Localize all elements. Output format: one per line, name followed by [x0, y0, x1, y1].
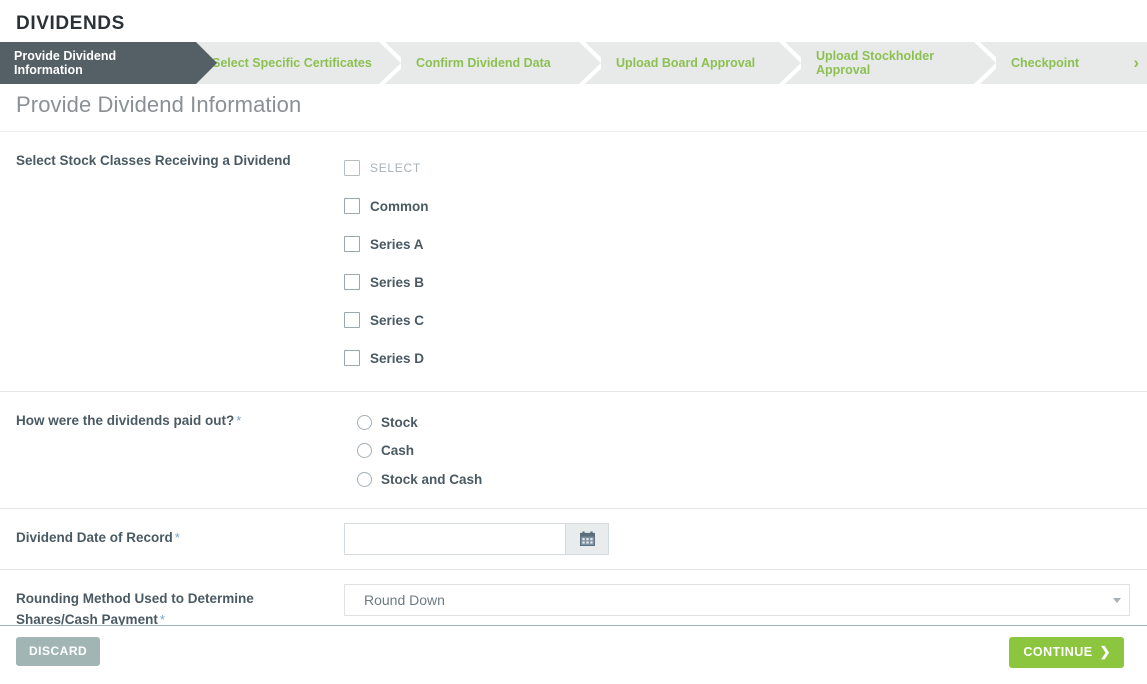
rounding-method-select[interactable]: Round Down — [344, 583, 1130, 616]
continue-button-label: CONTINUE — [1023, 645, 1093, 659]
checkbox-box[interactable] — [344, 274, 360, 290]
stock-classes-field: SELECT Common Series A Series B Series C — [344, 132, 1147, 391]
payout-method-label: How were the dividends paid out? * — [0, 392, 344, 508]
checkbox-label: Series D — [370, 350, 425, 366]
calendar-icon — [579, 531, 595, 546]
date-of-record-label: Dividend Date of Record * — [0, 509, 344, 569]
step-chevron-icon — [579, 42, 601, 84]
required-marker: * — [236, 413, 242, 428]
date-of-record-input[interactable] — [344, 522, 565, 555]
radio-item-cash[interactable]: Cash — [344, 437, 1131, 466]
radio-circle[interactable] — [357, 414, 372, 430]
section-heading: Provide Dividend Information — [16, 92, 302, 117]
checkbox-box[interactable] — [344, 160, 360, 176]
stock-classes-checkbox-list: SELECT Common Series A Series B Series C — [344, 146, 1131, 377]
form-row-stock-classes: Select Stock Classes Receiving a Dividen… — [0, 131, 1147, 392]
wizard-step-select-specific-certificates[interactable]: Select Specific Certificates — [196, 42, 401, 84]
wizard-step-confirm-dividend-data[interactable]: Confirm Dividend Data — [400, 42, 601, 84]
wizard-step-label: Upload Board Approval — [616, 56, 756, 70]
wizard-step-label: Checkpoint — [1011, 56, 1080, 70]
checkbox-label: Series A — [370, 236, 424, 252]
radio-circle[interactable] — [357, 443, 372, 459]
wizard-step-upload-stockholder-approval[interactable]: Upload Stockholder Approval — [800, 42, 996, 84]
checkbox-label: Series B — [370, 274, 425, 290]
checkbox-item-series-b[interactable]: Series B — [344, 263, 1131, 301]
checkbox-item-select[interactable]: SELECT — [344, 149, 1131, 187]
radio-item-stock-and-cash[interactable]: Stock and Cash — [344, 465, 1131, 494]
form-footer: DISCARD CONTINUE ❯ — [0, 625, 1147, 684]
step-chevron-icon — [379, 42, 401, 84]
discard-button[interactable]: DISCARD — [16, 637, 101, 666]
payout-method-field: Stock Cash Stock and Cash — [344, 392, 1147, 508]
radio-label: Cash — [381, 443, 415, 459]
checkbox-item-common[interactable]: Common — [344, 187, 1131, 225]
radio-label: Stock and Cash — [381, 471, 483, 487]
date-of-record-field — [344, 509, 1147, 569]
chevron-right-icon: ❯ — [1099, 644, 1111, 659]
radio-item-stock[interactable]: Stock — [344, 408, 1131, 437]
stock-classes-label: Select Stock Classes Receiving a Dividen… — [16, 153, 291, 168]
checkbox-item-series-d[interactable]: Series D — [344, 339, 1131, 377]
dividend-form: Select Stock Classes Receiving a Dividen… — [0, 131, 1147, 641]
chevron-down-icon — [1113, 597, 1121, 603]
checkbox-label: Series C — [370, 312, 425, 328]
checkbox-label: Common — [370, 198, 429, 214]
checkbox-item-series-a[interactable]: Series A — [344, 225, 1131, 263]
checkbox-box[interactable] — [344, 236, 360, 252]
required-marker: * — [174, 529, 180, 545]
wizard-step-label: Confirm Dividend Data — [416, 56, 551, 70]
continue-button[interactable]: CONTINUE ❯ — [1009, 637, 1124, 668]
wizard-step-upload-board-approval[interactable]: Upload Board Approval — [600, 42, 801, 84]
wizard-step-label: Upload Stockholder Approval — [816, 49, 935, 77]
checkbox-box[interactable] — [344, 350, 360, 366]
radio-label: Stock — [381, 414, 418, 430]
wizard-step-label: Provide Dividend Information — [14, 49, 117, 77]
calendar-picker-button[interactable] — [565, 522, 609, 555]
date-of-record-label-text: Dividend Date of Record — [16, 529, 173, 545]
page-title: DIVIDENDS — [16, 13, 125, 34]
wizard-step-checkpoint[interactable]: Checkpoint — [995, 42, 1125, 84]
form-row-payout-method: How were the dividends paid out? * Stock … — [0, 392, 1147, 509]
checkbox-label: SELECT — [370, 161, 421, 175]
wizard-step-provide-dividend-information[interactable]: Provide Dividend Information — [0, 42, 217, 84]
checkbox-item-series-c[interactable]: Series C — [344, 301, 1131, 339]
wizard-step-label: Select Specific Certificates — [212, 56, 372, 70]
payout-method-radio-group: Stock Cash Stock and Cash — [344, 406, 1131, 494]
checkbox-box[interactable] — [344, 198, 360, 214]
step-chevron-icon — [974, 42, 996, 84]
payout-method-label-text: How were the dividends paid out? — [16, 413, 235, 428]
checkbox-box[interactable] — [344, 312, 360, 328]
rounding-method-selected-value[interactable]: Round Down — [344, 583, 1130, 616]
step-chevron-icon — [779, 42, 801, 84]
wizard-steps: Provide Dividend Information Select Spec… — [0, 42, 1147, 84]
step-arrow-icon — [196, 42, 217, 84]
radio-circle[interactable] — [357, 471, 372, 487]
rounding-method-label-text: Rounding Method Used to Determine Shares… — [16, 590, 254, 627]
wizard-next-chevron-icon[interactable]: › — [1127, 42, 1145, 84]
date-input-group — [344, 522, 609, 555]
form-row-date-of-record: Dividend Date of Record * — [0, 509, 1147, 570]
